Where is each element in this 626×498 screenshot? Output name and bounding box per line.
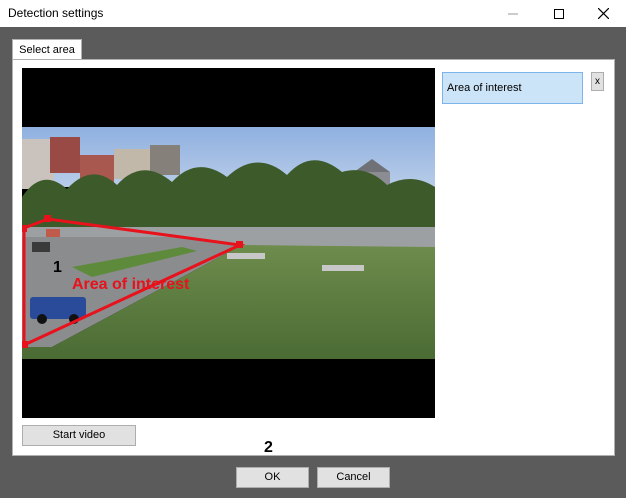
cancel-button[interactable]: Cancel xyxy=(317,467,390,488)
tab-select-area[interactable]: Select area xyxy=(12,39,82,60)
maximize-icon xyxy=(554,8,564,19)
zone-vertex-handle[interactable] xyxy=(236,241,243,248)
close-icon xyxy=(597,8,609,19)
callout-marker-2: 2 xyxy=(264,439,273,456)
building xyxy=(50,137,80,173)
ok-button[interactable]: OK xyxy=(236,467,309,488)
planter xyxy=(322,265,364,271)
callout-marker-1: 1 xyxy=(53,259,62,276)
start-video-button[interactable]: Start video xyxy=(22,425,136,446)
detection-settings-window: Detection settings Select area Area of i… xyxy=(0,0,626,498)
zone-vertex-handle[interactable] xyxy=(44,215,51,222)
title-bar[interactable]: Detection settings xyxy=(0,0,626,27)
minimize-button[interactable] xyxy=(490,0,536,27)
window-title: Detection settings xyxy=(8,6,104,20)
maximize-button[interactable] xyxy=(536,0,582,27)
zone-vertex-handle[interactable] xyxy=(22,225,27,232)
camera-frame: Area of interest xyxy=(22,127,435,359)
zone-list-item[interactable]: Area of interest xyxy=(442,72,583,104)
area-of-interest-overlay-label: Area of interest xyxy=(72,276,190,293)
wheel xyxy=(37,314,47,324)
building xyxy=(150,145,180,175)
car xyxy=(46,229,60,237)
video-preview[interactable]: Area of interest xyxy=(22,68,435,418)
minimize-icon xyxy=(508,13,518,14)
zone-vertex-handle[interactable] xyxy=(22,341,28,348)
delete-zone-button[interactable]: x xyxy=(591,72,604,91)
car xyxy=(32,242,50,252)
close-button[interactable] xyxy=(580,0,626,27)
planter xyxy=(227,253,265,259)
